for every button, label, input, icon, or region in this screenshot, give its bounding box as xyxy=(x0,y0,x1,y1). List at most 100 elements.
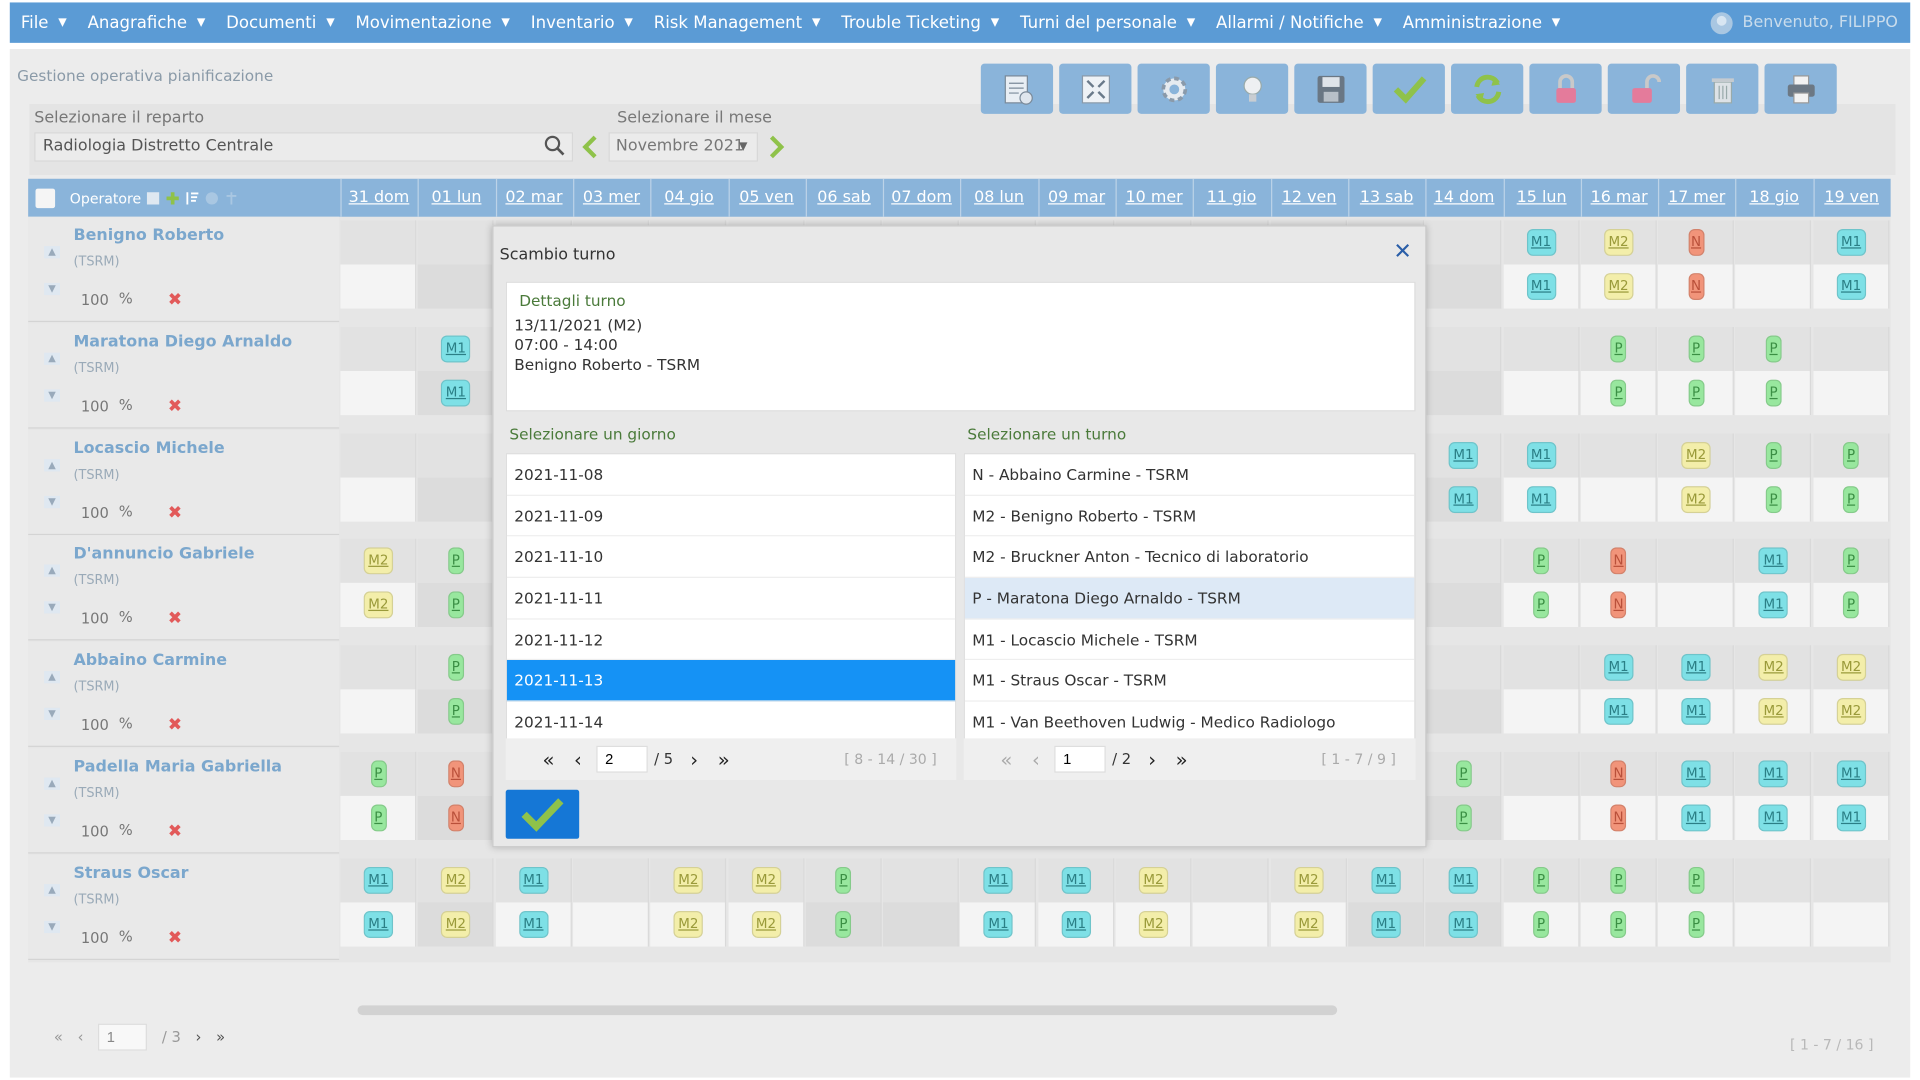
shift-cell[interactable] xyxy=(1425,264,1502,309)
shift-cell[interactable] xyxy=(340,326,417,371)
shift-cell[interactable]: M2 xyxy=(650,902,727,947)
last-page-icon[interactable]: » xyxy=(1176,748,1188,771)
shift-cell[interactable]: M2 xyxy=(1658,477,1735,522)
shift-cell[interactable]: M1 xyxy=(495,858,572,903)
shift-cell[interactable]: P xyxy=(1813,539,1890,584)
prev-page-icon[interactable]: ‹ xyxy=(78,1029,84,1046)
remove-icon[interactable]: ✖ xyxy=(168,290,182,310)
shift-cell[interactable] xyxy=(417,432,494,478)
first-page-icon[interactable]: « xyxy=(54,1029,63,1046)
shift-cell[interactable]: N xyxy=(1658,264,1735,309)
shift-cell[interactable]: N xyxy=(1580,751,1657,796)
shift-cell[interactable] xyxy=(1735,220,1812,265)
remove-icon[interactable]: ✖ xyxy=(168,503,182,523)
shift-cell[interactable] xyxy=(1425,370,1502,415)
shift-cell[interactable]: M1 xyxy=(417,370,494,415)
shift-badge[interactable]: M1 xyxy=(1526,273,1556,301)
shift-cell[interactable]: M1 xyxy=(1425,477,1502,522)
shift-cell[interactable]: M1 xyxy=(1503,220,1579,265)
shift-cell[interactable] xyxy=(340,645,417,690)
operator-name[interactable]: Locascio Michele xyxy=(73,439,224,457)
shift-cell[interactable]: M2 xyxy=(1735,689,1812,734)
move-up-icon[interactable]: ▲ xyxy=(44,777,61,790)
shift-cell[interactable] xyxy=(1503,795,1579,841)
shift-badge[interactable]: M1 xyxy=(1371,866,1401,894)
shift-badge[interactable]: N xyxy=(1688,228,1705,256)
user-area[interactable]: Benvenuto, FILIPPO xyxy=(1710,2,1898,42)
shift-badge[interactable]: M1 xyxy=(1603,654,1634,682)
shift-badge[interactable]: M1 xyxy=(1526,228,1556,256)
shift-cell[interactable]: M2 xyxy=(727,858,804,903)
shift-cell[interactable]: M1 xyxy=(1037,858,1114,903)
shift-cell[interactable]: P xyxy=(805,902,882,947)
shift-cell[interactable]: M1 xyxy=(495,902,572,947)
horizontal-scrollbar[interactable] xyxy=(340,1002,1893,1017)
shift-badge[interactable]: M1 xyxy=(1758,591,1789,619)
shift-badge[interactable]: M2 xyxy=(1836,698,1866,726)
shift-cell[interactable] xyxy=(1503,370,1579,415)
shift-badge[interactable]: M1 xyxy=(363,866,394,894)
menu-item[interactable]: Turni del personale ▼ xyxy=(1009,13,1205,33)
shift-badge[interactable]: N xyxy=(447,804,464,832)
shift-cell[interactable]: P xyxy=(1658,858,1735,903)
shift-cell[interactable]: M1 xyxy=(340,858,417,903)
shift-cell[interactable]: P xyxy=(417,583,494,628)
prev-page-icon[interactable]: ‹ xyxy=(1032,748,1040,771)
shift-badge[interactable]: P xyxy=(1688,866,1705,894)
shift-cell[interactable] xyxy=(1503,751,1579,796)
delete-button[interactable] xyxy=(1686,63,1759,114)
shift-cell[interactable]: P xyxy=(1658,902,1735,947)
shift-cell[interactable]: P xyxy=(1735,370,1812,415)
confirm-toolbar-button[interactable] xyxy=(1372,63,1445,114)
search-icon[interactable] xyxy=(544,135,566,157)
shift-cell[interactable]: M2 xyxy=(417,858,494,903)
shift-badge[interactable]: M1 xyxy=(1681,804,1711,832)
shift-badge[interactable]: M1 xyxy=(1758,804,1789,832)
shift-cell[interactable] xyxy=(1735,902,1812,947)
shift-badge[interactable]: P xyxy=(1688,910,1705,938)
shift-badge[interactable]: P xyxy=(447,591,464,619)
shift-cell[interactable]: M1 xyxy=(1425,432,1502,478)
shift-badge[interactable]: M2 xyxy=(1603,273,1634,301)
shift-badge[interactable]: M2 xyxy=(363,547,394,575)
shift-badge[interactable]: P xyxy=(1688,379,1705,407)
day-header[interactable]: 19 ven xyxy=(1813,178,1889,217)
shift-list-item[interactable]: M1 - Straus Oscar - TSRM xyxy=(964,661,1415,702)
shift-badge[interactable]: P xyxy=(1610,379,1627,407)
refresh-button[interactable] xyxy=(1451,63,1524,114)
shift-badge[interactable]: M2 xyxy=(1758,698,1789,726)
collapse-button[interactable] xyxy=(1059,63,1132,114)
shift-badge[interactable]: M1 xyxy=(1526,441,1556,469)
prev-month-icon[interactable] xyxy=(580,135,600,159)
shift-badge[interactable]: M2 xyxy=(673,910,704,938)
shift-cell[interactable]: N xyxy=(417,795,494,841)
shift-cell[interactable]: P xyxy=(1580,902,1657,947)
shift-badge[interactable]: N xyxy=(1688,273,1705,301)
shift-cell[interactable] xyxy=(340,370,417,415)
day-header[interactable]: 14 dom xyxy=(1425,178,1502,217)
shift-cell[interactable]: P xyxy=(1813,477,1890,522)
shift-cell[interactable]: P xyxy=(1735,432,1812,478)
shift-cell[interactable]: M2 xyxy=(417,902,494,947)
shift-cell[interactable] xyxy=(340,432,417,478)
chevron-down-icon[interactable]: ▼ xyxy=(730,132,757,161)
day-list-item[interactable]: 2021-11-11 xyxy=(506,578,956,620)
day-list-item[interactable]: 2021-11-14 xyxy=(506,702,956,744)
shift-cell[interactable]: P xyxy=(1813,432,1890,478)
shift-cell[interactable] xyxy=(340,477,417,522)
shift-cell[interactable] xyxy=(1425,539,1502,584)
shift-cell[interactable]: P xyxy=(1503,539,1579,584)
shift-cell[interactable] xyxy=(1813,902,1890,947)
shift-cell[interactable]: M1 xyxy=(340,902,417,947)
shift-badge[interactable]: N xyxy=(1610,547,1627,575)
shift-cell[interactable]: M2 xyxy=(1115,858,1192,903)
save-button[interactable] xyxy=(1294,63,1367,114)
shift-cell[interactable] xyxy=(1193,902,1269,947)
shift-badge[interactable]: M1 xyxy=(1681,760,1711,788)
shift-cell[interactable]: P xyxy=(417,645,494,690)
shift-cell[interactable]: M2 xyxy=(1580,264,1657,309)
shift-badge[interactable]: M2 xyxy=(751,866,781,894)
shift-cell[interactable]: N xyxy=(1580,583,1657,628)
shift-badge[interactable]: N xyxy=(1610,804,1627,832)
shift-badge[interactable]: P xyxy=(1843,547,1860,575)
